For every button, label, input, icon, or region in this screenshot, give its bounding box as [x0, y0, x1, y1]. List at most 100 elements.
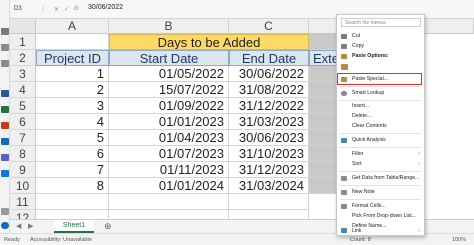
enter-icon[interactable]: ✓ — [64, 6, 69, 13]
menu-item-sort[interactable]: Sort › — [337, 160, 424, 169]
insert-function-icon[interactable]: fx — [74, 6, 79, 12]
row-header-10[interactable]: 10 — [10, 178, 36, 194]
empty-cell[interactable] — [229, 210, 309, 219]
table-cell[interactable]: 1 — [36, 66, 109, 82]
home-icon[interactable] — [1, 28, 9, 35]
table-cell[interactable]: 01/05/2022 — [109, 66, 229, 82]
accessibility-status[interactable]: Accessibility: Unavailable — [30, 234, 92, 245]
table-cell[interactable]: 01/04/2023 — [109, 130, 229, 146]
table-cell[interactable]: 30/06/2022 — [229, 66, 309, 82]
merged-header-days-to-be-added[interactable]: Days to be Added — [109, 34, 309, 50]
table-cell[interactable]: 01/07/2023 — [109, 146, 229, 162]
paste-option-clipboard[interactable] — [337, 62, 424, 71]
column-header-c[interactable]: C — [229, 19, 309, 34]
table-cell[interactable]: 30/06/2023 — [229, 130, 309, 146]
powerpoint-icon[interactable] — [1, 122, 9, 129]
row-header-1[interactable]: 1 — [10, 34, 36, 50]
table-cell[interactable]: 2 — [36, 82, 109, 98]
table-cell[interactable]: 3 — [36, 98, 109, 114]
teams-icon[interactable] — [1, 154, 9, 161]
empty-cell[interactable] — [229, 194, 309, 210]
menu-item-insert[interactable]: Insert... — [337, 102, 424, 111]
row-header-7[interactable]: 7 — [10, 130, 36, 146]
scroll-tabs-left-icon[interactable]: ◀ — [16, 222, 21, 230]
table-cell[interactable]: 31/03/2023 — [229, 114, 309, 130]
cancel-icon[interactable]: ✕ — [54, 6, 59, 13]
menu-item-link[interactable]: Link › — [337, 227, 424, 235]
menu-item-new-note[interactable]: New Note — [337, 188, 424, 197]
menu-item-paste-options: Paste Options: — [337, 52, 424, 61]
excel-icon[interactable] — [1, 106, 9, 113]
menu-item-cut[interactable]: Cut — [337, 32, 424, 41]
column-header-b[interactable]: B — [109, 19, 229, 34]
open-icon[interactable] — [1, 60, 9, 67]
row-header-4[interactable]: 4 — [10, 82, 36, 98]
row-header-2[interactable]: 2 — [10, 50, 36, 66]
table-cell[interactable]: 15/07/2022 — [109, 82, 229, 98]
apps-icon[interactable] — [1, 208, 9, 215]
formula-input[interactable]: 30/06/2022 — [88, 4, 123, 11]
onedrive-icon[interactable] — [1, 170, 9, 177]
select-all-corner[interactable] — [10, 19, 36, 34]
header-project-id[interactable]: Project ID — [36, 50, 109, 66]
menu-item-new-note-label: New Note — [352, 189, 375, 195]
row-header-5[interactable]: 5 — [10, 98, 36, 114]
word-icon[interactable] — [1, 90, 9, 97]
table-cell[interactable]: 01/01/2024 — [109, 178, 229, 194]
menu-item-format-cells[interactable]: Format Cells... — [337, 202, 424, 211]
row-header-11[interactable]: 11 — [10, 194, 36, 210]
settings-icon[interactable] — [1, 222, 9, 229]
zoom-level[interactable]: 100% — [452, 234, 466, 245]
empty-cell[interactable] — [109, 194, 229, 210]
context-menu: Search the menus Cut Copy Paste Options:… — [336, 14, 425, 236]
row-header-9[interactable]: 9 — [10, 162, 36, 178]
menu-separator — [340, 100, 421, 101]
status-ready: Ready — [4, 237, 20, 243]
menu-item-filter[interactable]: Filter › — [337, 150, 424, 159]
menu-item-delete[interactable]: Delete... — [337, 112, 424, 121]
table-cell[interactable]: 31/03/2024 — [229, 178, 309, 194]
name-box[interactable]: D3 — [12, 3, 36, 16]
table-cell[interactable]: 8 — [36, 178, 109, 194]
name-box-dropdown-icon[interactable]: ⋮ — [40, 6, 46, 13]
table-cell[interactable]: 6 — [36, 146, 109, 162]
menu-item-quick-analysis[interactable]: Quick Analysis — [337, 136, 424, 145]
table-cell[interactable]: 5 — [36, 130, 109, 146]
header-start-date[interactable]: Start Date — [109, 50, 229, 66]
outlook-icon[interactable] — [1, 138, 9, 145]
empty-cell[interactable] — [36, 210, 109, 219]
cell-a1[interactable] — [36, 34, 109, 50]
menu-item-copy[interactable]: Copy — [337, 42, 424, 51]
table-cell[interactable]: 4 — [36, 114, 109, 130]
add-sheet-icon[interactable]: ⊕ — [104, 221, 112, 232]
menu-separator — [340, 185, 421, 186]
table-cell[interactable]: 7 — [36, 162, 109, 178]
menu-item-clear-contents[interactable]: Clear Contents — [337, 122, 424, 131]
menu-item-pick-from-list[interactable]: Pick From Drop-down List... — [337, 212, 424, 221]
table-cell[interactable]: 31/12/2023 — [229, 162, 309, 178]
table-cell[interactable]: 31/08/2022 — [229, 82, 309, 98]
scroll-tabs-right-icon[interactable]: ▶ — [28, 222, 33, 230]
header-end-date[interactable]: End Date — [229, 50, 309, 66]
new-icon[interactable] — [1, 44, 9, 51]
menu-item-smart-lookup[interactable]: Smart Lookup — [337, 89, 424, 98]
sheet-tab-sheet1[interactable]: Sheet1 — [54, 220, 94, 233]
clipboard-icon[interactable] — [341, 64, 348, 70]
row-header-12[interactable]: 12 — [10, 210, 36, 219]
menu-item-clear-contents-label: Clear Contents — [352, 123, 387, 129]
app-rail — [0, 0, 10, 245]
row-header-3[interactable]: 3 — [10, 66, 36, 82]
menu-separator — [340, 86, 421, 87]
table-cell[interactable]: 01/09/2022 — [109, 98, 229, 114]
table-cell[interactable]: 01/11/2023 — [109, 162, 229, 178]
row-header-8[interactable]: 8 — [10, 146, 36, 162]
empty-cell[interactable] — [109, 210, 229, 219]
table-cell[interactable]: 31/10/2023 — [229, 146, 309, 162]
row-header-6[interactable]: 6 — [10, 114, 36, 130]
menu-search-input[interactable]: Search the menus — [341, 18, 421, 27]
column-header-a[interactable]: A — [36, 19, 109, 34]
table-cell[interactable]: 01/01/2023 — [109, 114, 229, 130]
empty-cell[interactable] — [36, 194, 109, 210]
menu-item-get-data[interactable]: Get Data from Table/Range... — [337, 174, 424, 183]
table-cell[interactable]: 31/12/2022 — [229, 98, 309, 114]
